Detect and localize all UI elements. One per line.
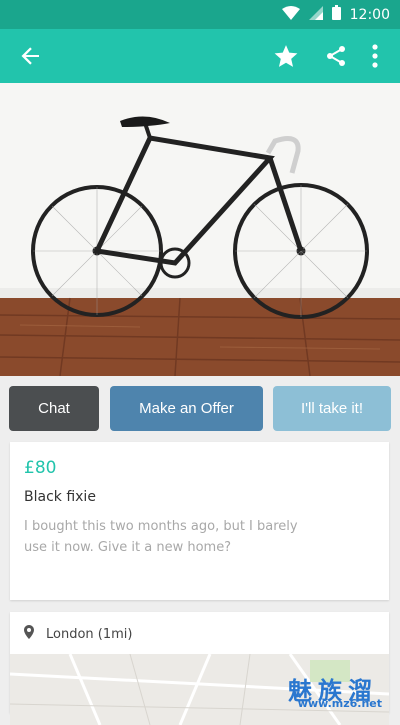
status-bar: 12:00 [0, 0, 400, 29]
back-arrow-icon[interactable] [10, 29, 50, 83]
more-vert-icon[interactable] [355, 29, 395, 83]
listing-photo[interactable] [0, 83, 400, 376]
listing-description: I bought this two months ago, but I bare… [24, 519, 298, 555]
listing-price: £80 [24, 458, 57, 478]
take-it-button[interactable]: I'll take it! [273, 386, 391, 431]
app-bar [0, 29, 400, 83]
listing-details-card: £80 Black fixie I bought this two months… [10, 442, 389, 600]
battery-icon [331, 5, 341, 24]
signal-icon [308, 5, 323, 24]
location-pin-icon [24, 625, 34, 643]
location-row: London (1mi) [24, 625, 132, 643]
wifi-icon [281, 5, 300, 24]
make-offer-button-label: Make an Offer [139, 400, 234, 417]
chat-button-label: Chat [38, 400, 70, 417]
watermark-url: www.mz6.net [297, 697, 382, 710]
make-offer-button[interactable]: Make an Offer [110, 386, 263, 431]
status-time: 12:00 [349, 6, 390, 23]
share-icon[interactable] [316, 29, 356, 83]
listing-title: Black fixie [24, 489, 96, 505]
take-it-button-label: I'll take it! [300, 400, 364, 417]
star-icon[interactable] [266, 29, 306, 83]
chat-button[interactable]: Chat [9, 386, 99, 431]
location-label: London (1mi) [46, 626, 133, 642]
status-icons: 12:00 [281, 5, 390, 24]
